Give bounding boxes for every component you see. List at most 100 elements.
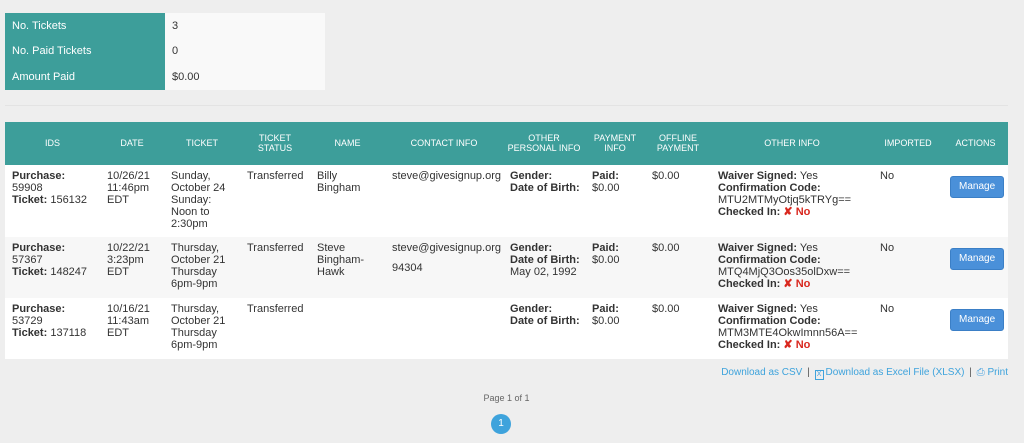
ticket-label: Ticket: (12, 327, 48, 339)
actions-cell: Manage (943, 165, 1008, 237)
other-info-cell: Waiver Signed: Yes Confirmation Code: MT… (711, 165, 873, 237)
link-separator: | (969, 367, 972, 378)
contact-cell: steve@givesignup.org 94304 (385, 237, 503, 298)
ids-cell: Purchase: 57367 Ticket: 148247 (5, 237, 100, 298)
ticket-label: Ticket: (12, 266, 48, 278)
ticket-label: Ticket: (12, 194, 48, 206)
excel-file-icon: X (814, 370, 824, 380)
checked-in-value: ✘ No (783, 278, 811, 290)
download-excel-link[interactable]: Download as Excel File (XLSX) (826, 367, 965, 378)
name-cell: Billy Bingham (310, 165, 385, 237)
imported-cell: No (873, 165, 943, 237)
date-cell: 10/16/21 11:43am EDT (100, 298, 164, 359)
offline-payment-cell: $0.00 (645, 237, 711, 298)
summary-label: No. Tickets (5, 13, 165, 39)
other-info-cell: Waiver Signed: Yes Confirmation Code: MT… (711, 298, 873, 359)
column-header-actions: ACTIONS (943, 122, 1008, 165)
purchase-label: Purchase: (12, 170, 66, 182)
contact-cell: steve@givesignup.org (385, 165, 503, 237)
confirmation-code: MTM3MTE4OkwImnn56A== (718, 327, 858, 339)
waiver-value: Yes (799, 170, 818, 182)
manage-button[interactable]: Manage (950, 176, 1005, 198)
manage-button[interactable]: Manage (950, 309, 1005, 331)
dob-value: May 02, 1992 (510, 266, 577, 278)
column-header-contact-info: CONTACT INFO (385, 122, 503, 165)
checked-in-label: Checked In: (718, 206, 781, 218)
manage-button[interactable]: Manage (950, 248, 1005, 270)
summary-row: No. Paid Tickets 0 (5, 38, 325, 64)
personal-info-cell: Gender: Date of Birth: (503, 165, 585, 237)
payment-cell: Paid: $0.00 (585, 298, 645, 359)
offline-payment-cell: $0.00 (645, 298, 711, 359)
dob-label: Date of Birth: (510, 182, 580, 194)
summary-value: 3 (165, 13, 325, 39)
paid-label: Paid: (592, 303, 619, 315)
dob-label: Date of Birth: (510, 254, 580, 266)
offline-payment-cell: $0.00 (645, 165, 711, 237)
table-row: Purchase: 59908 Ticket: 156132 10/26/21 … (5, 165, 1008, 237)
link-separator: | (807, 367, 810, 378)
waiver-value: Yes (799, 242, 818, 254)
column-header-offline-payment: OFFLINE PAYMENT (645, 122, 711, 165)
contact-zip: 94304 (392, 262, 423, 274)
ticket-id: 148247 (50, 266, 88, 278)
column-header-ids: IDS (5, 122, 100, 165)
ticket-id: 156132 (50, 194, 88, 206)
purchase-label: Purchase: (12, 303, 66, 315)
personal-info-cell: Gender: Date of Birth: May 02, 1992 (503, 237, 585, 298)
actions-cell: Manage (943, 237, 1008, 298)
ids-cell: Purchase: 53729 Ticket: 137118 (5, 298, 100, 359)
confirmation-code: MTQ4MjQ3Oos35olDxw== (718, 266, 851, 278)
payment-cell: Paid: $0.00 (585, 165, 645, 237)
checked-in-label: Checked In: (718, 278, 781, 290)
paid-amount: $0.00 (592, 315, 620, 327)
column-header-name: NAME (310, 122, 385, 165)
paid-label: Paid: (592, 242, 619, 254)
purchase-label: Purchase: (12, 242, 66, 254)
actions-cell: Manage (943, 298, 1008, 359)
other-info-cell: Waiver Signed: Yes Confirmation Code: MT… (711, 237, 873, 298)
name-cell (310, 298, 385, 359)
waiver-label: Waiver Signed: (718, 303, 798, 315)
waiver-value: Yes (799, 303, 818, 315)
section-divider (5, 105, 1008, 106)
ids-cell: Purchase: 59908 Ticket: 156132 (5, 165, 100, 237)
column-header-date: DATE (100, 122, 164, 165)
column-header-other-personal-info: OTHER PERSONAL INFO (503, 122, 585, 165)
table-header-row: IDS DATE TICKET TICKET STATUS NAME CONTA… (5, 122, 1008, 165)
imported-cell: No (873, 237, 943, 298)
column-header-ticket-status: TICKET STATUS (240, 122, 310, 165)
purchase-id: 53729 (12, 315, 43, 327)
summary-label: Amount Paid (5, 64, 165, 90)
column-header-other-info: OTHER INFO (711, 122, 873, 165)
checked-in-value: ✘ No (783, 339, 811, 351)
checked-in-label: Checked In: (718, 339, 781, 351)
summary-value: 0 (165, 38, 325, 64)
page-number-button[interactable]: 1 (491, 414, 511, 434)
gender-label: Gender: (510, 170, 553, 182)
summary-table: No. Tickets 3 No. Paid Tickets 0 Amount … (5, 13, 325, 90)
summary-row: Amount Paid $0.00 (5, 64, 325, 90)
column-header-imported: IMPORTED (873, 122, 943, 165)
purchase-id: 57367 (12, 254, 43, 266)
date-cell: 10/22/21 3:23pm EDT (100, 237, 164, 298)
print-link[interactable]: Print (987, 367, 1008, 378)
download-csv-link[interactable]: Download as CSV (721, 367, 802, 378)
ticket-cell: Thursday, October 21 Thursday 6pm-9pm (164, 298, 240, 359)
contact-cell (385, 298, 503, 359)
gender-label: Gender: (510, 303, 553, 315)
status-cell: Transferred (240, 165, 310, 237)
ticket-cell: Thursday, October 21 Thursday 6pm-9pm (164, 237, 240, 298)
paid-amount: $0.00 (592, 254, 620, 266)
checked-in-value: ✘ No (783, 206, 811, 218)
print-icon: ⎙ (976, 367, 985, 378)
column-header-payment-info: PAYMENT INFO (585, 122, 645, 165)
status-cell: Transferred (240, 237, 310, 298)
column-header-ticket: TICKET (164, 122, 240, 165)
ticket-cell: Sunday, October 24 Sunday: Noon to 2:30p… (164, 165, 240, 237)
imported-cell: No (873, 298, 943, 359)
confirmation-label: Confirmation Code: (718, 254, 821, 266)
summary-row: No. Tickets 3 (5, 13, 325, 39)
payment-cell: Paid: $0.00 (585, 237, 645, 298)
